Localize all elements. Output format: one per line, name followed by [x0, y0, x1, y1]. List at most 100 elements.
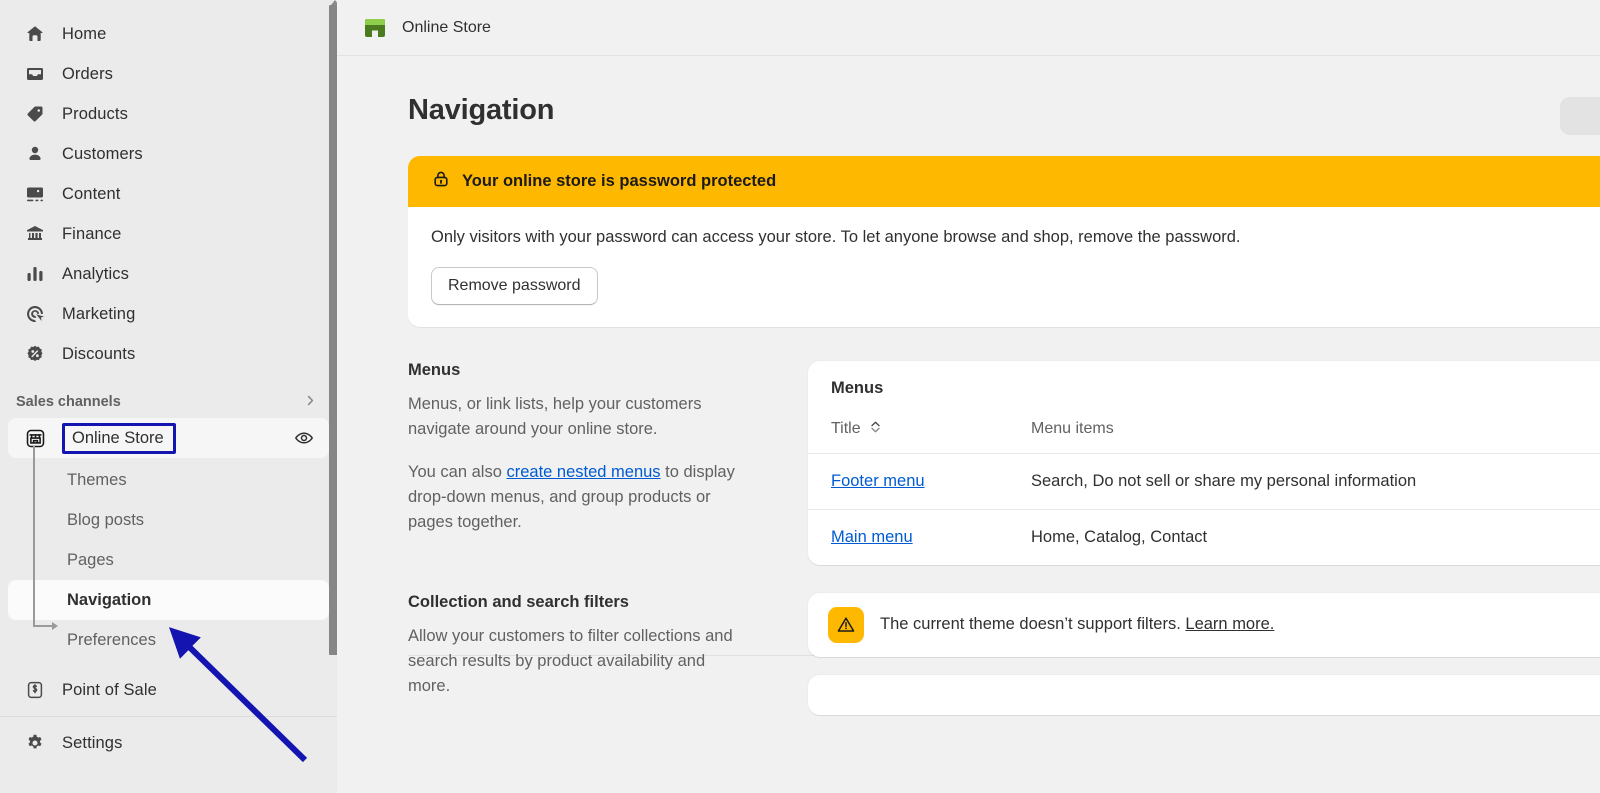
menu-title-cell: Main menu: [808, 509, 1008, 565]
create-nested-menus-link[interactable]: create nested menus: [506, 463, 660, 481]
banner-body: Only visitors with your password can acc…: [408, 207, 1600, 327]
settings-gear-icon: [24, 732, 46, 754]
column-header-menu-items: Menu items: [1008, 397, 1600, 454]
filters-section-description: Collection and search filters Allow your…: [408, 593, 808, 717]
sidebar-item-products[interactable]: Products: [8, 94, 329, 134]
sidebar-item-label: Navigation: [67, 590, 152, 609]
sidebar-item-label: Marketing: [62, 304, 136, 323]
chevron-right-icon[interactable]: [304, 394, 317, 410]
sidebar-item-themes[interactable]: Themes: [8, 460, 329, 500]
sidebar-item-home[interactable]: Home: [8, 14, 329, 54]
column-header-title-label: Title: [831, 419, 861, 437]
menu-link-footer[interactable]: Footer menu: [831, 472, 925, 490]
sidebar-section-sales-channels[interactable]: Sales channels: [8, 388, 329, 416]
column-header-title[interactable]: Title: [808, 397, 1008, 454]
page-title: Navigation: [408, 94, 555, 126]
banner-heading: Your online store is password protected: [462, 172, 777, 190]
marketing-target-icon: [24, 303, 46, 325]
customers-person-icon: [24, 143, 46, 165]
sidebar-item-marketing[interactable]: Marketing: [8, 294, 329, 334]
filters-paragraph: Allow your customers to filter collectio…: [408, 626, 733, 696]
collection-search-filters-section: Collection and search filters Allow your…: [408, 592, 1600, 717]
main-content: Online Store Navigation Your online stor…: [337, 0, 1600, 793]
sidebar-item-label: Pages: [67, 550, 114, 569]
sidebar-item-label: Online Store: [72, 428, 164, 447]
password-protected-banner: Your online store is password protected …: [408, 156, 1600, 327]
sidebar-item-content[interactable]: Content: [8, 174, 329, 214]
banner-description: Only visitors with your password can acc…: [431, 228, 1241, 246]
sidebar-item-label: Content: [62, 184, 121, 203]
menu-items-cell: Home, Catalog, Contact: [1031, 527, 1208, 546]
table-row[interactable]: Footer menu Search, Do not sell or share…: [808, 453, 1600, 510]
sidebar-item-label: Themes: [67, 470, 127, 489]
context-bar: Online Store: [337, 0, 1600, 56]
sidebar-item-label: Finance: [62, 224, 122, 243]
products-tag-icon: [24, 103, 46, 125]
top-right-action-button[interactable]: [1560, 97, 1600, 135]
menus-card-wrapper: Menus Title Menu items Footer menu Searc…: [808, 360, 1600, 565]
shopify-storefront-green-icon: [362, 15, 388, 41]
content-image-icon: [24, 183, 46, 205]
sort-updown-icon[interactable]: [870, 420, 881, 439]
menus-paragraph-1: Menus, or link lists, help your customer…: [408, 394, 702, 438]
sidebar-item-label: Settings: [62, 733, 123, 752]
storefront-icon: [24, 427, 46, 449]
analytics-bars-icon: [24, 263, 46, 285]
lock-icon: [431, 169, 451, 194]
sidebar-item-label: Preferences: [67, 630, 156, 649]
menu-title-cell: Footer menu: [808, 453, 1008, 510]
remove-password-button[interactable]: Remove password: [431, 266, 598, 305]
sidebar-item-blog-posts[interactable]: Blog posts: [8, 500, 329, 540]
sidebar-item-online-store[interactable]: Online Store: [8, 418, 329, 458]
sidebar-item-orders[interactable]: Orders: [8, 54, 329, 94]
menu-link-main[interactable]: Main menu: [831, 528, 913, 546]
home-icon: [24, 23, 46, 45]
filters-card-wrapper: The current theme doesn’t support filter…: [808, 592, 1600, 717]
menu-items-cell: Search, Do not sell or share my personal…: [1008, 453, 1600, 510]
tree-connector-line: [33, 446, 35, 626]
sidebar-item-label: Blog posts: [67, 510, 145, 529]
sidebar-item-finance[interactable]: Finance: [8, 214, 329, 254]
learn-more-link[interactable]: Learn more.: [1185, 615, 1274, 633]
pos-shopify-bag-icon: [24, 679, 46, 701]
sidebar-item-label: Customers: [62, 144, 143, 163]
table-row[interactable]: Main menu Home, Catalog, Contact: [808, 509, 1600, 565]
tree-connector-elbow: [33, 625, 53, 627]
menus-paragraph-2-before: You can also: [408, 463, 507, 482]
sidebar-item-label: Orders: [62, 64, 114, 83]
warning-text-before: The current theme doesn’t support filter…: [880, 615, 1186, 634]
menus-section-heading: Menus: [408, 360, 461, 379]
sidebar-item-point-of-sale[interactable]: Point of Sale: [8, 670, 329, 710]
sidebar-main-nav: Home Orders Products Customers Content F…: [0, 0, 337, 374]
warning-triangle-icon: [828, 606, 864, 643]
sidebar-divider: [0, 716, 337, 717]
sidebar-item-discounts[interactable]: Discounts: [8, 334, 329, 374]
sidebar-scrollbar-thumb[interactable]: [329, 5, 337, 655]
menus-section: Menus Menus, or link lists, help your cu…: [408, 360, 1600, 565]
eye-icon[interactable]: [293, 427, 315, 449]
orders-inbox-icon: [24, 63, 46, 85]
menus-table: Title Menu items Footer menu Search, Do …: [808, 397, 1600, 565]
menus-card-title: Menus: [831, 378, 884, 397]
store-name-label: Online Store: [402, 18, 491, 36]
banner-header: Your online store is password protected: [408, 156, 1600, 207]
sidebar-item-label: Analytics: [62, 264, 129, 283]
sidebar-item-customers[interactable]: Customers: [8, 134, 329, 174]
sidebar-item-label: Point of Sale: [62, 680, 157, 699]
discounts-percent-icon: [24, 343, 46, 365]
warning-text: The current theme doesn’t support filter…: [880, 615, 1274, 634]
sidebar-online-store-subnav: Themes Blog posts Pages Navigation Prefe…: [0, 446, 337, 660]
menus-card: Menus Title Menu items Footer menu Searc…: [808, 360, 1600, 565]
sidebar-item-label: Home: [62, 24, 107, 43]
menus-section-description: Menus Menus, or link lists, help your cu…: [408, 361, 808, 565]
sidebar-item-pages[interactable]: Pages: [8, 540, 329, 580]
filters-settings-card[interactable]: [808, 674, 1600, 715]
sidebar-item-label: Products: [62, 104, 128, 123]
sidebar-item-navigation[interactable]: Navigation: [8, 580, 329, 620]
sidebar-item-analytics[interactable]: Analytics: [8, 254, 329, 294]
menus-paragraph-2: You can also create nested menus to disp…: [408, 460, 748, 535]
sidebar-item-label: Discounts: [62, 344, 136, 363]
filters-section-heading: Collection and search filters: [408, 592, 629, 611]
section-label: Sales channels: [16, 394, 121, 410]
sidebar-item-settings[interactable]: Settings: [8, 723, 329, 763]
